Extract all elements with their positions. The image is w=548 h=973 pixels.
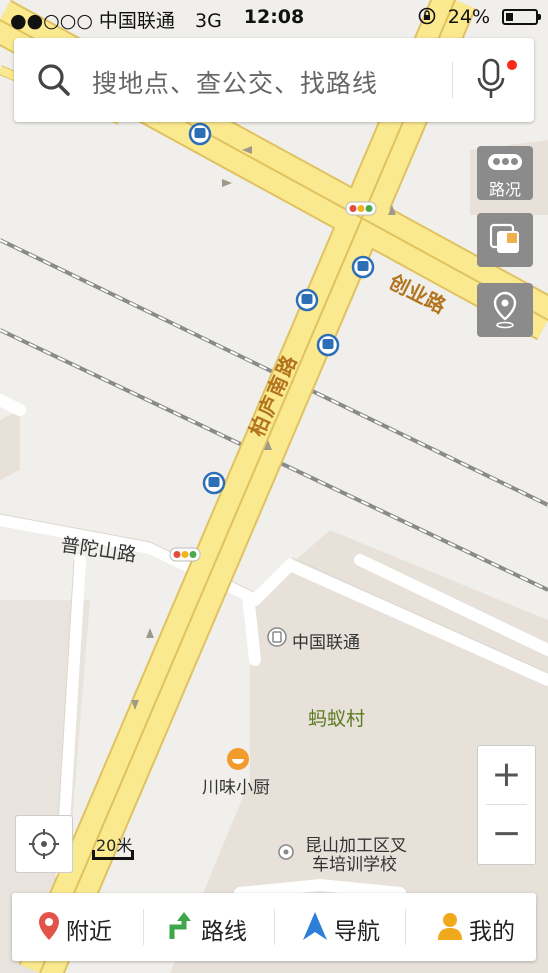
navigation-arrow-icon xyxy=(303,912,327,940)
nav-nearby[interactable]: 附近 xyxy=(12,893,143,961)
search-input[interactable]: 搜地点、查公交、找路线 xyxy=(92,64,378,100)
bus-stop-icon[interactable] xyxy=(188,122,212,146)
bottom-navigation: 附近 路线 导航 我的 xyxy=(12,893,536,961)
map-scale: 20米 xyxy=(92,832,138,864)
map-pin-icon xyxy=(39,912,59,940)
building-block xyxy=(0,410,20,480)
map-canvas[interactable] xyxy=(0,0,548,973)
microphone-icon[interactable] xyxy=(476,58,506,102)
nav-mine[interactable]: 我的 xyxy=(405,893,536,961)
nav-mine-label: 我的 xyxy=(469,919,515,945)
nav-navigation-label: 导航 xyxy=(334,919,380,945)
zoom-control: + − xyxy=(477,745,536,865)
voice-notification-dot xyxy=(507,60,517,70)
locate-me-button[interactable] xyxy=(15,815,73,873)
bus-stop-icon[interactable] xyxy=(351,255,375,279)
zoom-out-button[interactable]: − xyxy=(478,805,535,863)
search-divider xyxy=(452,62,453,98)
search-bar[interactable]: 搜地点、查公交、找路线 xyxy=(14,38,534,122)
nav-route-label: 路线 xyxy=(201,919,247,945)
poi-label-unicom[interactable]: 中国联通 xyxy=(292,628,360,653)
bus-stop-icon[interactable] xyxy=(202,471,226,495)
search-icon xyxy=(38,64,70,96)
status-bar: ●●○○○ 中国联通 3G 12:08 24% xyxy=(0,0,548,36)
crosshair-icon xyxy=(29,829,59,859)
zoom-in-button[interactable]: + xyxy=(478,746,535,804)
rotation-lock-icon xyxy=(418,7,436,25)
bus-stop-icon[interactable] xyxy=(316,333,340,357)
layers-icon xyxy=(489,223,519,253)
unicom-poi-icon[interactable] xyxy=(267,627,287,647)
poi-label-restaurant[interactable]: 川味小厨 xyxy=(202,773,270,798)
battery-icon xyxy=(502,9,541,25)
restaurant-poi-icon[interactable] xyxy=(227,748,249,770)
nav-nearby-label: 附近 xyxy=(66,919,112,945)
traffic-light xyxy=(169,547,201,562)
user-icon xyxy=(438,913,462,940)
route-arrow-icon xyxy=(169,912,191,939)
traffic-icon xyxy=(488,154,522,170)
scale-bar xyxy=(92,850,134,860)
bus-stop-icon[interactable] xyxy=(295,288,319,312)
poi-label-village[interactable]: 蚂蚁村 xyxy=(308,704,365,731)
traffic-label: 路况 xyxy=(488,180,521,199)
nav-navigation[interactable]: 导航 xyxy=(274,893,405,961)
battery-percent: 24% xyxy=(447,6,490,28)
favorite-points-button[interactable] xyxy=(477,283,533,337)
nav-route[interactable]: 路线 xyxy=(143,893,274,961)
traffic-toggle-button[interactable]: 路况 xyxy=(477,146,533,200)
poi-label-school-line2[interactable]: 车培训学校 xyxy=(312,850,397,875)
traffic-light xyxy=(345,201,377,216)
school-poi-icon[interactable] xyxy=(278,844,294,860)
location-pin-icon xyxy=(493,291,517,329)
layers-button[interactable] xyxy=(477,213,533,267)
